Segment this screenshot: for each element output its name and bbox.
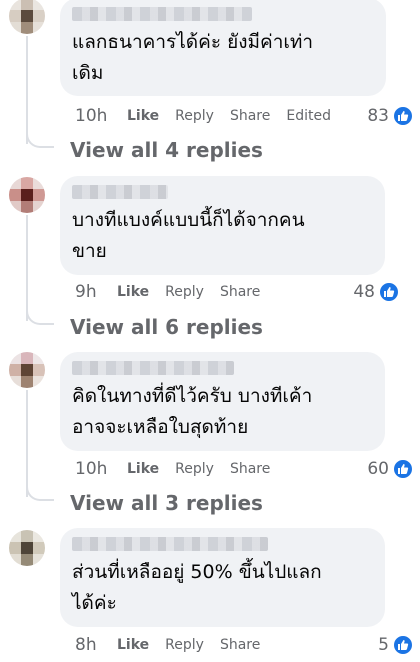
reaction-summary[interactable]: 5 [378, 633, 414, 657]
share-button[interactable]: Share [220, 284, 260, 300]
reaction-count: 60 [367, 459, 389, 479]
avatar[interactable] [9, 177, 45, 213]
reaction-count: 5 [378, 635, 389, 655]
comment-text: แลกธนาคารได้ค่ะ ยังมีค่าเท่า เดิม [72, 31, 314, 84]
reaction-count: 83 [367, 106, 389, 126]
comment-timestamp[interactable]: 9h [75, 282, 117, 302]
like-button[interactable]: Like [117, 637, 149, 653]
reaction-summary[interactable]: 48 [353, 280, 400, 304]
reply-button[interactable]: Reply [165, 284, 204, 300]
thread-curve [26, 128, 54, 148]
comment-actions: 10h Like Reply Share [75, 457, 286, 481]
view-replies-link[interactable]: View all 4 replies [70, 138, 263, 162]
comment-timestamp[interactable]: 10h [75, 459, 127, 479]
comment-actions: 10h Like Reply Share Edited [75, 104, 347, 128]
like-reaction-icon [392, 105, 414, 127]
commenter-name-blurred[interactable] [72, 361, 234, 375]
comment-timestamp[interactable]: 10h [75, 106, 127, 126]
edited-label[interactable]: Edited [286, 108, 331, 124]
comment-bubble: บางทีแบงค์แบบนี้ก็ได้จากคน ขาย [60, 176, 385, 275]
like-button[interactable]: Like [127, 461, 159, 477]
thread-curve [26, 481, 54, 501]
comment-text: คิดในทางที่ดีไว้ครับ บางทีเค้า อาจจะเหลื… [72, 385, 313, 438]
like-reaction-icon [378, 281, 400, 303]
view-replies-link[interactable]: View all 6 replies [70, 315, 263, 339]
reaction-summary[interactable]: 83 [367, 104, 414, 128]
comment-text: บางทีแบงค์แบบนี้ก็ได้จากคน ขาย [72, 209, 305, 262]
thread-curve [26, 305, 54, 325]
comment-text: ส่วนที่เหลืออยู่ 50% ขึ้นไปแลก ได้ค่ะ [72, 561, 322, 614]
share-button[interactable]: Share [230, 461, 270, 477]
view-replies-link[interactable]: View all 3 replies [70, 491, 263, 515]
comment-bubble: แลกธนาคารได้ค่ะ ยังมีค่าเท่า เดิม [60, 0, 386, 96]
comment-bubble: คิดในทางที่ดีไว้ครับ บางทีเค้า อาจจะเหลื… [60, 352, 385, 451]
comment-timestamp[interactable]: 8h [75, 635, 117, 655]
commenter-name-blurred[interactable] [72, 7, 252, 21]
avatar[interactable] [9, 352, 45, 388]
reaction-count: 48 [353, 282, 375, 302]
like-button[interactable]: Like [117, 284, 149, 300]
reaction-summary[interactable]: 60 [367, 457, 414, 481]
share-button[interactable]: Share [230, 108, 270, 124]
like-button[interactable]: Like [127, 108, 159, 124]
comment-actions: 9h Like Reply Share [75, 280, 276, 304]
reply-button[interactable]: Reply [175, 461, 214, 477]
like-reaction-icon [392, 634, 414, 656]
share-button[interactable]: Share [220, 637, 260, 653]
comment-actions: 8h Like Reply Share [75, 633, 276, 657]
commenter-name-blurred[interactable] [72, 537, 268, 551]
comment-feed: แลกธนาคารได้ค่ะ ยังมีค่าเท่า เดิม 10h Li… [0, 0, 420, 662]
avatar[interactable] [9, 0, 45, 34]
avatar[interactable] [9, 530, 45, 566]
like-reaction-icon [392, 458, 414, 480]
comment-bubble: ส่วนที่เหลืออยู่ 50% ขึ้นไปแลก ได้ค่ะ [60, 528, 385, 627]
reply-button[interactable]: Reply [175, 108, 214, 124]
commenter-name-blurred[interactable] [72, 185, 168, 199]
reply-button[interactable]: Reply [165, 637, 204, 653]
